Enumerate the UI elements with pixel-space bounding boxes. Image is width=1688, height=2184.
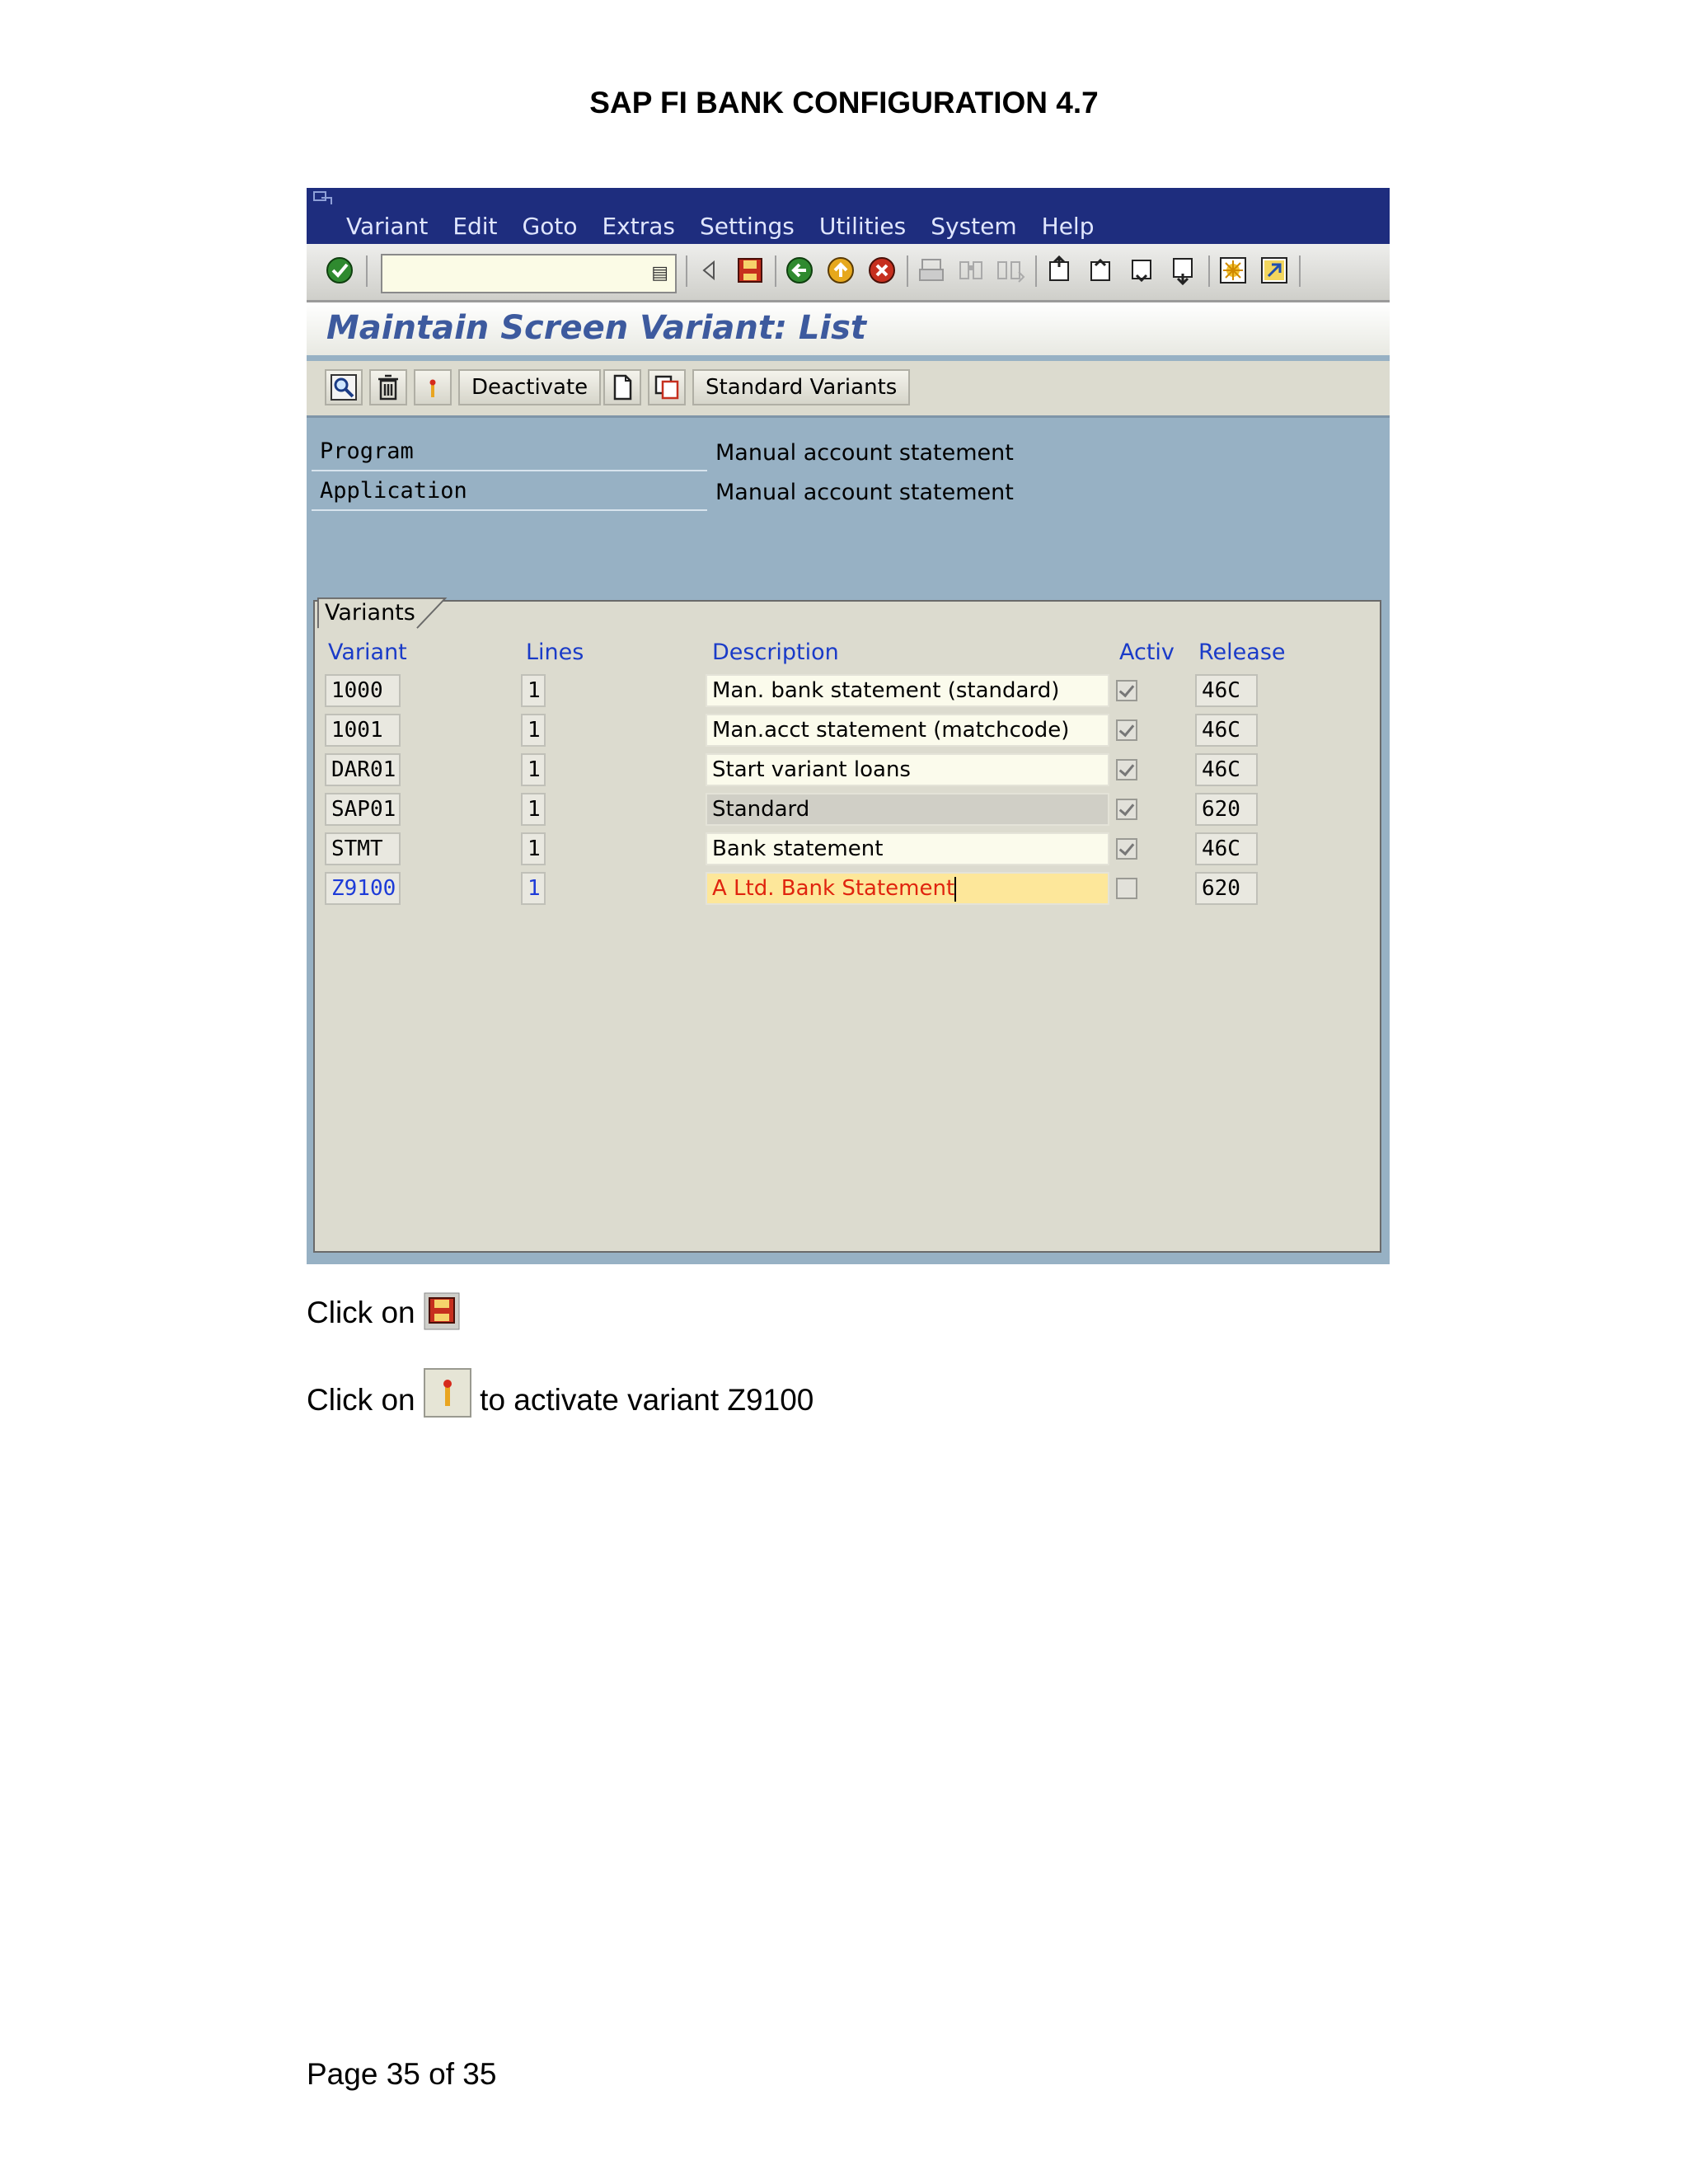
program-label: Program	[320, 438, 414, 464]
activate-icon	[429, 379, 436, 397]
standard-toolbar: ▤	[307, 244, 1390, 302]
check-icon[interactable]	[325, 255, 354, 285]
release-cell[interactable]: 620	[1195, 793, 1258, 826]
active-checkbox[interactable]	[1116, 680, 1137, 701]
first-page-icon[interactable]	[1045, 255, 1075, 285]
page-footer: Page 35 of 35	[307, 2057, 497, 2091]
variant-cell[interactable]: STMT	[325, 832, 401, 865]
menu-utilities[interactable]: Utilities	[819, 213, 906, 240]
standard-variants-button[interactable]: Standard Variants	[692, 369, 911, 405]
column-header-description[interactable]: Description	[712, 640, 839, 665]
lines-cell[interactable]: 1	[521, 753, 546, 786]
variant-cell[interactable]: SAP01	[325, 793, 401, 826]
column-header-release[interactable]: Release	[1198, 640, 1286, 665]
screen-title: Maintain Screen Variant: List	[326, 309, 867, 347]
program-value: Manual account statement	[715, 440, 1014, 466]
menu-edit[interactable]: Edit	[452, 213, 497, 240]
description-cell[interactable]: Start variant loans	[706, 753, 1109, 786]
instruction-2-text: Click on	[307, 1383, 415, 1417]
active-checkbox[interactable]	[1116, 799, 1137, 820]
display-button[interactable]	[325, 369, 363, 405]
release-cell[interactable]: 46C	[1195, 753, 1258, 786]
application-toolbar: Deactivate Standard Variants	[307, 361, 1390, 418]
print-icon	[919, 259, 944, 281]
create-button[interactable]	[603, 369, 641, 405]
active-checkbox[interactable]	[1116, 759, 1137, 780]
release-cell[interactable]: 46C	[1195, 674, 1258, 707]
application-label: Application	[320, 478, 467, 504]
release-cell[interactable]: 46C	[1195, 714, 1258, 747]
shortcut-icon[interactable]	[1259, 255, 1289, 285]
window-menu-icon[interactable]	[313, 191, 335, 206]
release-cell[interactable]: 620	[1195, 872, 1258, 905]
deactivate-button[interactable]: Deactivate	[458, 369, 602, 405]
program-row: Program	[312, 434, 707, 471]
description-cell[interactable]: Bank statement	[706, 832, 1109, 865]
application-value: Manual account statement	[715, 480, 1014, 505]
menu-system[interactable]: System	[931, 213, 1016, 240]
command-dropdown-icon[interactable]: ▤	[651, 262, 668, 284]
find-next-icon	[997, 261, 1025, 283]
menu-extras[interactable]: Extras	[602, 213, 675, 240]
back-icon[interactable]	[785, 255, 814, 285]
cancel-icon[interactable]	[867, 255, 897, 285]
exit-icon[interactable]	[826, 255, 856, 285]
lines-cell[interactable]: 1	[521, 793, 546, 826]
variant-cell[interactable]: 1000	[325, 674, 401, 707]
lines-cell[interactable]: 1	[521, 714, 546, 747]
instruction-2-suffix: to activate variant Z9100	[480, 1383, 814, 1417]
display-magnifier-icon	[331, 374, 357, 401]
activate-icon	[423, 1368, 471, 1418]
command-field[interactable]: ▤	[381, 254, 677, 293]
previous-page-icon[interactable]	[1086, 255, 1116, 285]
menu-bar: Variant Edit Goto Extras Settings Utilit…	[307, 188, 1390, 244]
variant-cell[interactable]: 1001	[325, 714, 401, 747]
lines-cell[interactable]: 1	[521, 674, 546, 707]
column-header-variant[interactable]: Variant	[328, 640, 407, 665]
menu-goto[interactable]: Goto	[523, 213, 578, 240]
sap-window: Variant Edit Goto Extras Settings Utilit…	[307, 188, 1390, 1264]
copy-icon	[654, 375, 679, 400]
save-icon[interactable]	[735, 255, 765, 285]
description-cell[interactable]: Man. bank statement (standard)	[706, 674, 1109, 707]
column-header-activ[interactable]: Activ	[1119, 640, 1175, 665]
delete-button[interactable]	[369, 369, 407, 405]
create-document-icon	[613, 374, 632, 401]
document-title: SAP FI BANK CONFIGURATION 4.7	[589, 86, 1099, 120]
text-cursor	[954, 876, 957, 902]
description-input[interactable]: A Ltd. Bank Statement	[706, 872, 1109, 905]
copy-button[interactable]	[648, 369, 686, 405]
description-cell[interactable]: Man.acct statement (matchcode)	[706, 714, 1109, 747]
instruction-line-1: Click on	[307, 1292, 460, 1330]
active-checkbox[interactable]	[1116, 838, 1137, 860]
menu-help[interactable]: Help	[1042, 213, 1095, 240]
lines-cell[interactable]: 1	[521, 872, 546, 905]
menu-settings[interactable]: Settings	[700, 213, 795, 240]
release-cell[interactable]: 46C	[1195, 832, 1258, 865]
next-page-icon[interactable]	[1128, 255, 1157, 285]
variant-cell[interactable]: Z9100	[325, 872, 401, 905]
variant-cell[interactable]: DAR01	[325, 753, 401, 786]
menu-variant[interactable]: Variant	[346, 213, 428, 240]
active-checkbox[interactable]	[1116, 719, 1137, 741]
activate-button[interactable]	[414, 369, 452, 405]
save-icon	[424, 1292, 460, 1330]
trash-icon	[378, 374, 398, 401]
application-row: Application	[312, 473, 707, 511]
column-header-lines[interactable]: Lines	[526, 640, 584, 665]
active-checkbox[interactable]	[1116, 878, 1137, 899]
description-cell[interactable]: Standard	[706, 793, 1109, 826]
screen-title-bar: Maintain Screen Variant: List	[307, 302, 1390, 355]
back-arrow-icon[interactable]	[694, 255, 724, 285]
last-page-icon[interactable]	[1169, 255, 1198, 285]
variants-tab: Variants	[325, 600, 415, 626]
lines-cell[interactable]: 1	[521, 832, 546, 865]
find-icon	[959, 261, 982, 279]
instruction-line-2: Click on to activate variant Z9100	[307, 1368, 814, 1418]
description-text: A Ltd. Bank Statement	[712, 876, 955, 901]
new-session-icon[interactable]	[1218, 255, 1248, 285]
instruction-1-text: Click on	[307, 1296, 415, 1329]
